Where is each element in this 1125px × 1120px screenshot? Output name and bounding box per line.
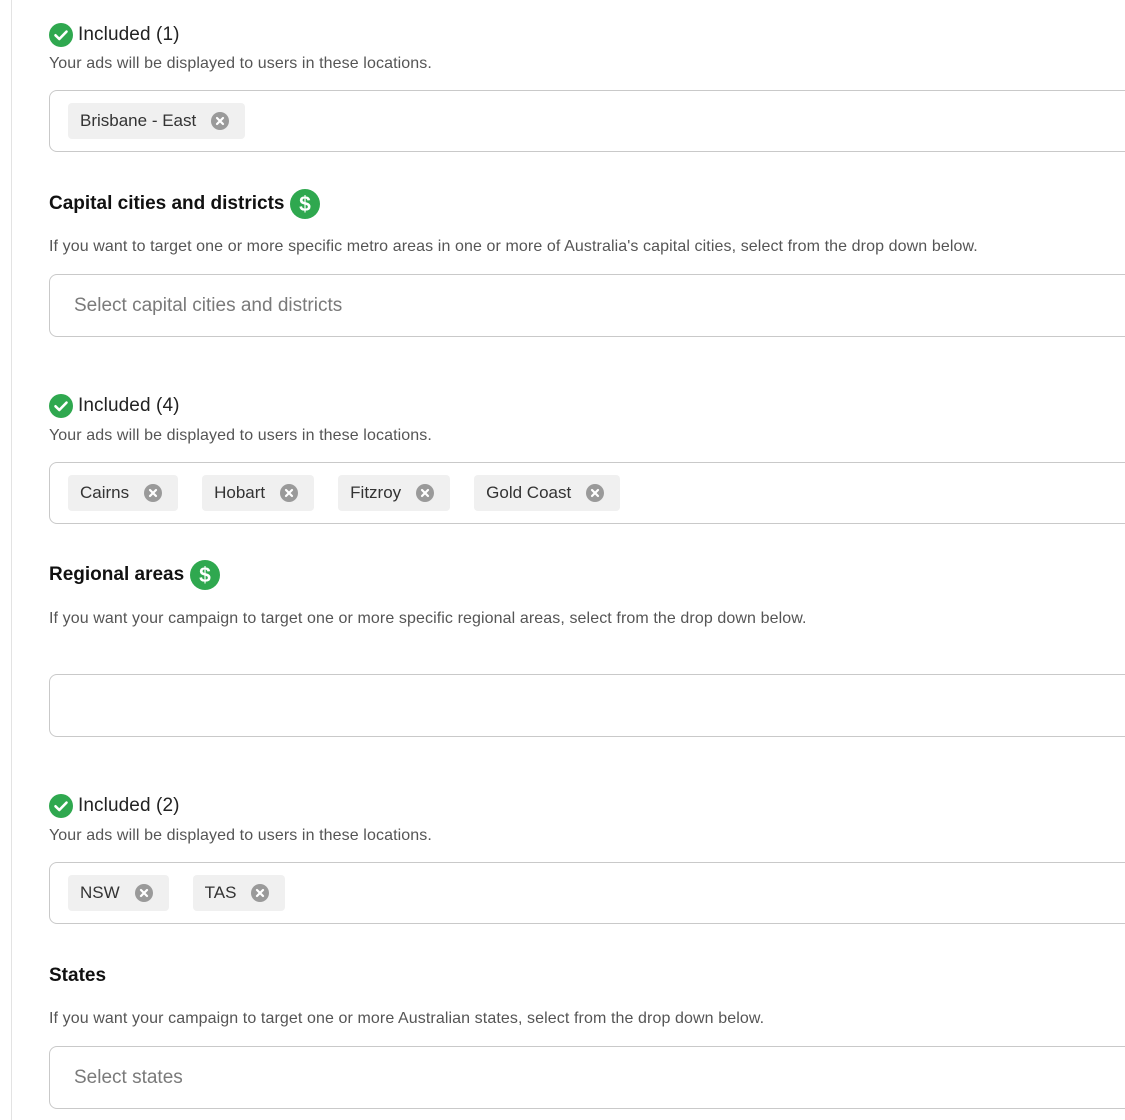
included-chips-box-capital: Brisbane - East (49, 90, 1125, 152)
left-divider (11, 0, 12, 1120)
location-chip: Cairns (68, 475, 179, 511)
capital-cities-select[interactable]: Select capital cities and districts (49, 274, 1125, 337)
select-placeholder: Select capital cities and districts (74, 294, 343, 316)
location-targeting-page: Included (1) Your ads will be displayed … (0, 0, 1125, 1120)
close-circle-icon[interactable] (144, 484, 163, 502)
location-chip: TAS (192, 875, 286, 911)
close-circle-icon[interactable] (211, 112, 230, 130)
chip-label: Hobart (214, 483, 266, 502)
chip-label: Cairns (80, 483, 130, 502)
dollar-circle-icon: $ (190, 560, 221, 590)
location-chip: Fitzroy (338, 475, 451, 511)
section-description: If you want your campaign to target one … (49, 1010, 765, 1027)
section-title-capital: Capital cities and districts $ (49, 188, 321, 220)
close-circle-icon[interactable] (586, 484, 605, 502)
location-chip: Gold Coast (474, 475, 621, 511)
chip-label: NSW (80, 883, 120, 902)
included-label: Included (1) (78, 24, 180, 45)
check-circle-icon (49, 23, 73, 47)
section-title-text: Capital cities and districts (49, 193, 285, 214)
included-header-regional: Included (4) (49, 393, 180, 419)
svg-text:$: $ (199, 564, 211, 587)
section-title-text: Regional areas (49, 564, 185, 585)
check-circle-icon (49, 794, 73, 818)
included-description: Your ads will be displayed to users in t… (49, 55, 432, 72)
location-chip: Brisbane - East (68, 103, 246, 139)
location-chip: Hobart (202, 475, 315, 511)
select-placeholder: Select states (74, 1066, 183, 1088)
close-circle-icon[interactable] (134, 884, 153, 902)
included-header-states: Included (2) (49, 793, 180, 819)
location-chip: NSW (68, 875, 169, 911)
included-label: Included (4) (78, 395, 180, 416)
chip-label: Brisbane - East (80, 111, 197, 130)
included-header-capital: Included (1) (49, 22, 180, 48)
chip-list: Cairns Hobart Fitzroy Gold Coast (68, 475, 621, 511)
included-chips-box-states: NSW TAS (49, 862, 1125, 924)
close-circle-icon[interactable] (280, 484, 299, 502)
close-circle-icon[interactable] (251, 884, 270, 902)
close-circle-icon[interactable] (416, 484, 435, 502)
section-title-text: States (49, 965, 107, 986)
chip-list: NSW TAS (68, 875, 286, 911)
dollar-circle-icon: $ (290, 189, 321, 219)
section-title-regional: Regional areas $ (49, 559, 221, 591)
svg-text:$: $ (300, 193, 312, 216)
included-label: Included (2) (78, 795, 180, 816)
chip-list: Brisbane - East (68, 103, 246, 139)
states-select[interactable]: Select states (49, 1046, 1125, 1109)
included-description: Your ads will be displayed to users in t… (49, 427, 432, 444)
section-description: If you want your campaign to target one … (49, 610, 807, 627)
section-title-states: States (49, 960, 106, 992)
section-description: If you want to target one or more specif… (49, 238, 978, 255)
chip-label: Gold Coast (486, 483, 572, 502)
chip-label: Fitzroy (350, 483, 402, 502)
included-chips-box-regional: Cairns Hobart Fitzroy Gold Coast (49, 462, 1125, 524)
included-description: Your ads will be displayed to users in t… (49, 827, 432, 844)
check-circle-icon (49, 394, 73, 418)
regional-areas-select[interactable] (49, 674, 1125, 737)
chip-label: TAS (204, 883, 237, 902)
